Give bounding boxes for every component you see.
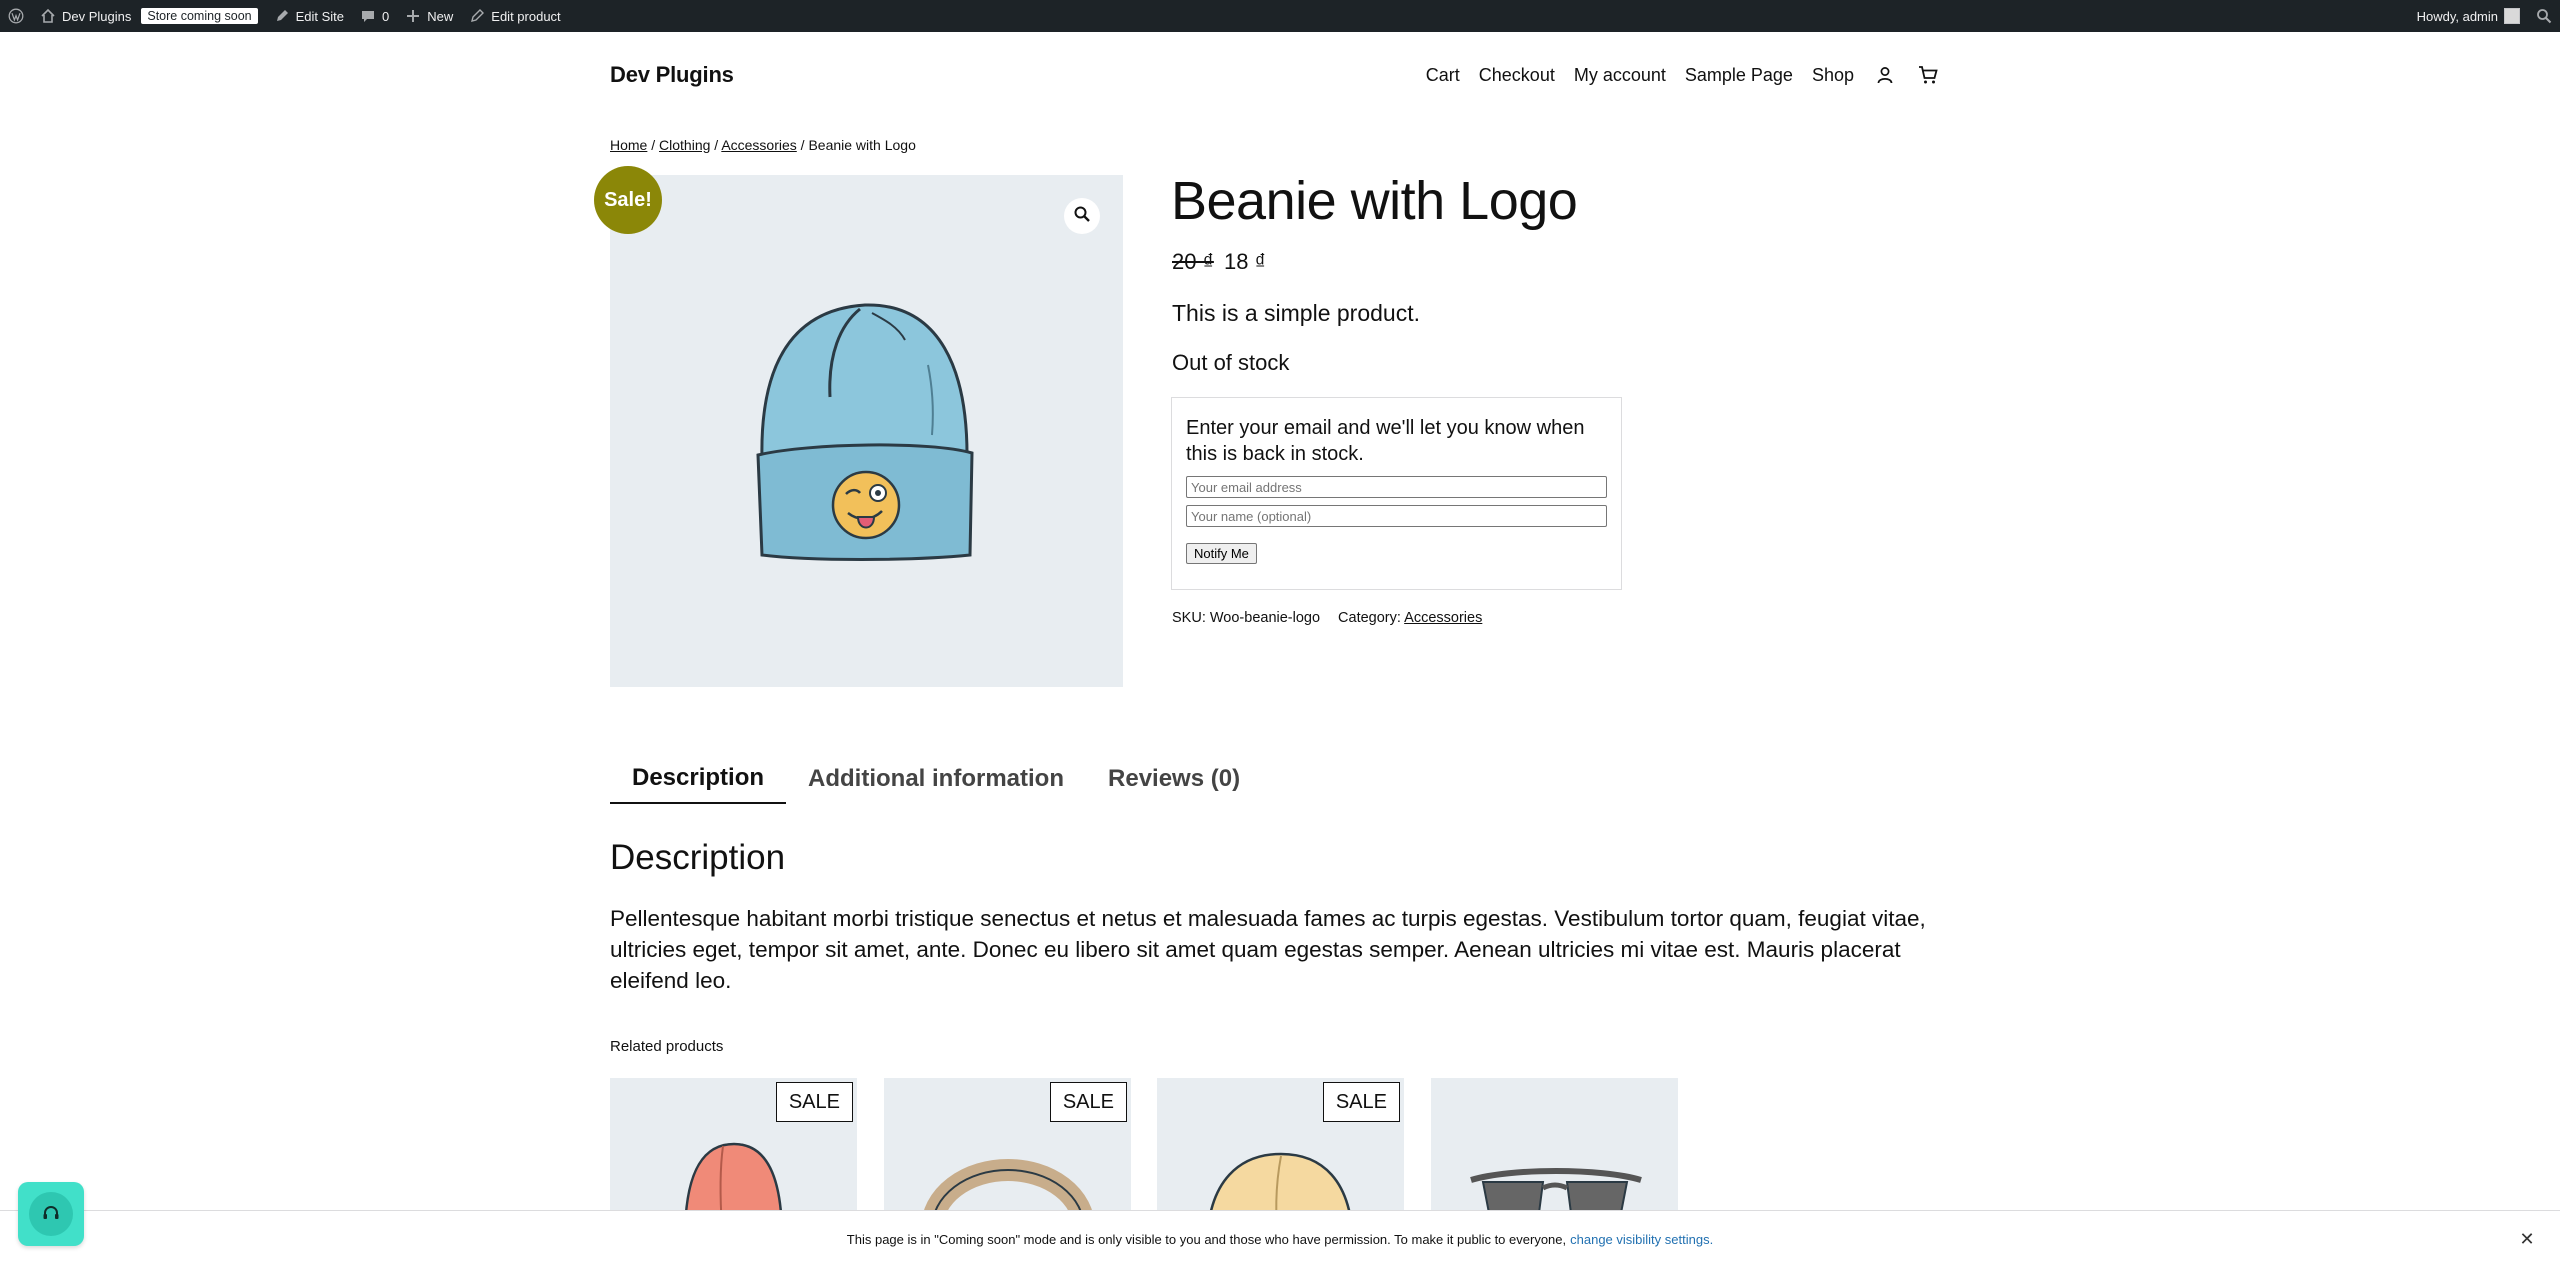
- category-label: Category:: [1338, 610, 1401, 626]
- pencil-icon: [274, 8, 290, 24]
- breadcrumb: Home / Clothing / Accessories / Beanie w…: [610, 137, 916, 153]
- new-content-menu[interactable]: New: [397, 0, 461, 32]
- breadcrumb-accessories[interactable]: Accessories: [721, 137, 796, 153]
- wordpress-menu[interactable]: [0, 0, 32, 32]
- product-tabs: Description Additional information Revie…: [610, 754, 1262, 804]
- description-heading: Description: [610, 838, 786, 877]
- store-coming-soon-badge[interactable]: Store coming soon: [139, 0, 265, 32]
- notice-text: This page is in "Coming soon" mode and i…: [846, 1231, 1567, 1247]
- nav-sample-page[interactable]: Sample Page: [1685, 65, 1793, 86]
- notify-text: Enter your email and we'll let you know …: [1186, 417, 1585, 465]
- category-link[interactable]: Accessories: [1404, 610, 1482, 626]
- site-name-label: Dev Plugins: [62, 8, 132, 24]
- comment-icon: [360, 8, 376, 24]
- sku-wrapper: SKU: Woo-beanie-logo: [1172, 610, 1320, 626]
- admin-search[interactable]: [2528, 0, 2560, 32]
- nav-my-account[interactable]: My account: [1574, 65, 1666, 86]
- regular-price: 20 ₫: [1172, 249, 1214, 274]
- site-name-menu[interactable]: Dev Plugins: [32, 0, 139, 32]
- zoom-button[interactable]: [1064, 198, 1100, 234]
- close-icon[interactable]: ✕: [2516, 1228, 2538, 1250]
- sale-tag: SALE: [1322, 1082, 1400, 1122]
- pencil-icon: [469, 8, 485, 24]
- tab-description[interactable]: Description: [610, 754, 787, 804]
- cart-icon[interactable]: [1916, 63, 1940, 87]
- zoom-icon: [1073, 205, 1091, 228]
- category-wrapper: Category: Accessories: [1338, 610, 1482, 626]
- notify-me-button[interactable]: Notify Me: [1186, 543, 1257, 564]
- search-icon: [2536, 8, 2552, 24]
- admin-bar-right: Howdy, admin: [2409, 0, 2560, 32]
- description-body: Pellentesque habitant morbi tristique se…: [610, 906, 1926, 993]
- sale-tag: SALE: [1049, 1082, 1127, 1122]
- howdy-label: Howdy, admin: [2416, 8, 2498, 24]
- nav-cart[interactable]: Cart: [1426, 65, 1460, 86]
- store-status-badge: Store coming soon: [141, 8, 258, 24]
- nav-checkout[interactable]: Checkout: [1479, 65, 1555, 86]
- change-visibility-link[interactable]: change visibility settings.: [1570, 1232, 1713, 1247]
- short-description: This is a simple product.: [1172, 300, 1420, 326]
- headset-icon: [29, 1192, 73, 1236]
- wordpress-icon: [8, 8, 24, 24]
- email-field[interactable]: [1186, 476, 1607, 498]
- comments-count: 0: [382, 8, 390, 24]
- comments-link[interactable]: 0: [352, 0, 397, 32]
- breadcrumb-separator: /: [714, 137, 719, 153]
- plus-icon: [405, 8, 421, 24]
- sale-badge: Sale!: [594, 166, 662, 234]
- account-icon[interactable]: [1873, 63, 1897, 87]
- main-nav: Cart Checkout My account Sample Page Sho…: [1426, 63, 1940, 87]
- account-menu[interactable]: Howdy, admin: [2409, 0, 2528, 32]
- stock-status: Out of stock: [1172, 350, 1290, 375]
- breadcrumb-separator: /: [651, 137, 656, 153]
- site-header: Dev Plugins Cart Checkout My account Sam…: [610, 58, 1940, 92]
- back-in-stock-form: Enter your email and we'll let you know …: [1171, 397, 1622, 590]
- avatar: [2504, 8, 2520, 24]
- support-chat-button[interactable]: [18, 1182, 84, 1246]
- edit-site-link[interactable]: Edit Site: [266, 0, 352, 32]
- breadcrumb-clothing[interactable]: Clothing: [659, 137, 710, 153]
- breadcrumb-separator: /: [800, 137, 805, 153]
- coming-soon-notice: This page is in "Coming soon" mode and i…: [0, 1210, 2560, 1267]
- name-field[interactable]: [1186, 505, 1607, 527]
- edit-product-link[interactable]: Edit product: [461, 0, 568, 32]
- sale-tag: SALE: [775, 1082, 853, 1122]
- sku-value: Woo-beanie-logo: [1209, 610, 1321, 626]
- product-price: 20 ₫ 18 ₫: [1172, 249, 1266, 275]
- nav-shop[interactable]: Shop: [1812, 65, 1854, 86]
- edit-site-label: Edit Site: [295, 8, 345, 24]
- product-gallery[interactable]: [610, 175, 1123, 687]
- home-icon: [40, 8, 56, 24]
- breadcrumb-current: Beanie with Logo: [808, 137, 916, 153]
- sale-price: 18 ₫: [1224, 249, 1266, 274]
- edit-product-label: Edit product: [491, 8, 561, 24]
- product-meta: SKU: Woo-beanie-logo Category: Accessori…: [1172, 610, 1482, 626]
- related-products-heading: Related products: [610, 1038, 724, 1055]
- breadcrumb-home[interactable]: Home: [610, 137, 647, 153]
- sku-label: SKU:: [1172, 610, 1206, 626]
- tab-additional-information[interactable]: Additional information: [786, 754, 1086, 804]
- product-image: [756, 303, 974, 561]
- new-label: New: [427, 8, 454, 24]
- product-title: Beanie with Logo: [1171, 171, 1578, 231]
- admin-bar: Dev Plugins Store coming soon Edit Site …: [0, 0, 2560, 32]
- site-title[interactable]: Dev Plugins: [610, 62, 734, 88]
- tab-reviews[interactable]: Reviews (0): [1086, 754, 1262, 804]
